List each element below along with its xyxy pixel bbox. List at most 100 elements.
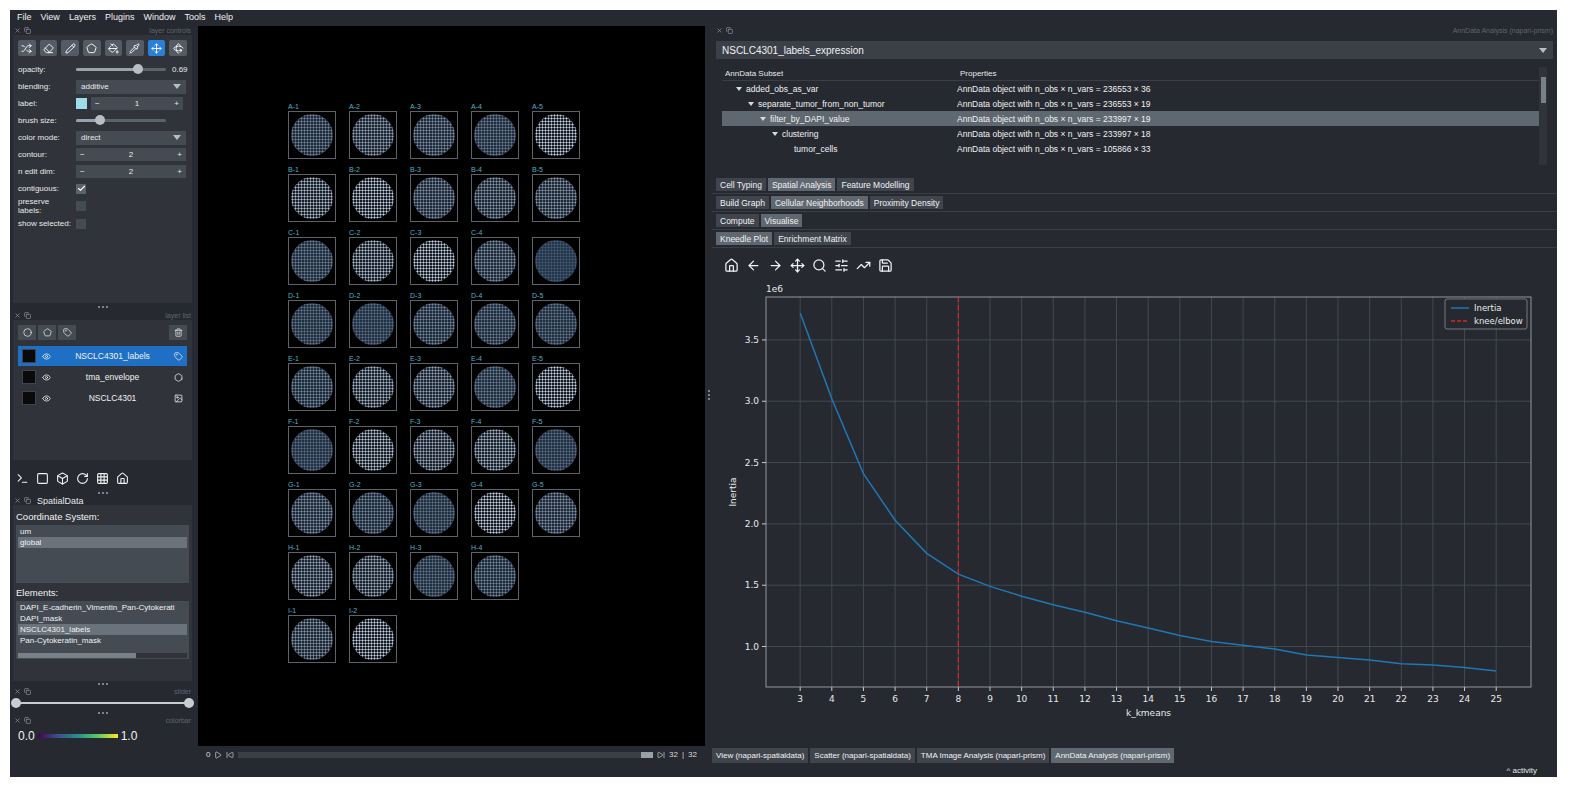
tma-core[interactable]: D-1: [288, 291, 336, 348]
tree-row[interactable]: separate_tumor_from_non_tumorAnnData obj…: [722, 96, 1539, 111]
element-item[interactable]: NSCLC4301_labels: [18, 624, 187, 635]
menu-item[interactable]: File: [17, 12, 32, 22]
close-icon[interactable]: [14, 717, 21, 724]
tma-core[interactable]: [532, 228, 580, 285]
spin-decrement[interactable]: −: [95, 99, 100, 108]
tma-core[interactable]: A-4: [471, 102, 519, 159]
new-points-button[interactable]: [18, 325, 36, 340]
slider-track[interactable]: [76, 119, 166, 122]
splitter-handle[interactable]: [10, 303, 195, 311]
dock-tab[interactable]: View (napari-spatialdata): [712, 748, 808, 763]
last-frame-icon[interactable]: [657, 751, 665, 759]
tma-core[interactable]: F-2: [349, 417, 397, 474]
column-header[interactable]: AnnData Subset: [722, 69, 957, 78]
dock-tab[interactable]: Scatter (napari-spatialdata): [810, 748, 915, 763]
tma-core[interactable]: H-4: [471, 543, 519, 600]
element-item[interactable]: DAPI_mask: [18, 613, 187, 624]
spin-increment[interactable]: +: [177, 150, 182, 159]
close-icon[interactable]: [716, 27, 723, 34]
edit-axis-icon[interactable]: [856, 258, 871, 273]
tree-row[interactable]: added_obs_as_varAnnData object with n_ob…: [722, 81, 1539, 96]
tma-core[interactable]: A-3: [410, 102, 458, 159]
spin-box[interactable]: −2+: [76, 165, 186, 178]
coordinate-system-item[interactable]: um: [18, 526, 187, 537]
close-icon[interactable]: [14, 688, 21, 695]
home-icon[interactable]: [116, 472, 129, 485]
menu-item[interactable]: Plugins: [105, 12, 135, 22]
spin-decrement[interactable]: −: [80, 150, 85, 159]
element-item[interactable]: DAPI_E-cadherin_Vimentin_Pan-Cytokerati: [18, 602, 187, 613]
dataset-dropdown[interactable]: NSCLC4301_labels_expression: [716, 41, 1553, 59]
roll-icon[interactable]: [76, 472, 89, 485]
range-low-handle[interactable]: [11, 698, 21, 708]
tma-core[interactable]: A-5: [532, 102, 580, 159]
select-box[interactable]: additive: [76, 80, 186, 94]
tree-row[interactable]: tumor_cellsAnnData object with n_obs × n…: [722, 141, 1539, 156]
tree-row[interactable]: filter_by_DAPI_valueAnnData object with …: [722, 111, 1539, 126]
checkbox[interactable]: [76, 184, 86, 194]
ndisplay-icon[interactable]: [36, 472, 49, 485]
configure-icon[interactable]: [834, 258, 849, 273]
spin-increment[interactable]: +: [174, 99, 179, 108]
tma-core[interactable]: E-4: [471, 354, 519, 411]
tma-core[interactable]: F-1: [288, 417, 336, 474]
dock-tab[interactable]: AnnData Analysis (napari-prism): [1051, 748, 1174, 763]
splitter-handle[interactable]: [10, 710, 195, 716]
tma-core[interactable]: D-4: [471, 291, 519, 348]
delete-layer-button[interactable]: [169, 325, 187, 340]
select-box[interactable]: direct: [76, 131, 186, 145]
tma-core[interactable]: H-2: [349, 543, 397, 600]
tma-core[interactable]: F-4: [471, 417, 519, 474]
pan-icon[interactable]: [790, 258, 805, 273]
spin-increment[interactable]: +: [177, 167, 182, 176]
scroll-thumb[interactable]: [18, 653, 136, 658]
tab[interactable]: Build Graph: [716, 196, 769, 209]
tab[interactable]: Proximity Density: [870, 196, 944, 209]
splitter-handle[interactable]: [10, 681, 195, 687]
tma-core[interactable]: B-4: [471, 165, 519, 222]
tma-core[interactable]: F-3: [410, 417, 458, 474]
tool-button[interactable]: [126, 40, 144, 56]
save-icon[interactable]: [878, 258, 893, 273]
tma-core[interactable]: H-3: [410, 543, 458, 600]
dock-tab[interactable]: TMA Image Analysis (napari-prism): [917, 748, 1049, 763]
new-labels-button[interactable]: [58, 325, 76, 340]
tma-core[interactable]: G-5: [532, 480, 580, 537]
first-frame-icon[interactable]: [226, 751, 234, 759]
range-high-handle[interactable]: [184, 698, 194, 708]
tool-button[interactable]: [169, 40, 187, 56]
float-icon[interactable]: [24, 27, 31, 34]
tree-row[interactable]: clusteringAnnData object with n_obs × n_…: [722, 126, 1539, 141]
expanded-arrow-icon[interactable]: [760, 117, 766, 121]
back-icon[interactable]: [746, 258, 761, 273]
tma-core[interactable]: B-1: [288, 165, 336, 222]
tab[interactable]: Spatial Analysis: [768, 178, 836, 191]
tma-core[interactable]: I-1: [288, 606, 336, 663]
tool-button[interactable]: [18, 40, 36, 56]
dims-track[interactable]: [238, 752, 653, 758]
expanded-arrow-icon[interactable]: [772, 132, 778, 136]
close-icon[interactable]: [14, 27, 21, 34]
vertical-scrollbar[interactable]: [1539, 67, 1547, 165]
tab[interactable]: Feature Modelling: [837, 178, 913, 191]
coordinate-system-item[interactable]: global: [18, 537, 187, 548]
tma-core[interactable]: C-4: [471, 228, 519, 285]
dock-splitter[interactable]: [705, 26, 712, 763]
slider-handle[interactable]: [95, 115, 105, 125]
tab[interactable]: Enrichment Matrix: [774, 232, 851, 245]
console-icon[interactable]: [16, 472, 29, 485]
tool-button[interactable]: [61, 40, 79, 56]
slider-track[interactable]: [76, 68, 166, 71]
forward-icon[interactable]: [768, 258, 783, 273]
menu-item[interactable]: Tools: [184, 12, 205, 22]
tool-button[interactable]: [40, 40, 58, 56]
tma-core[interactable]: C-2: [349, 228, 397, 285]
activity-button[interactable]: ^ activity: [1507, 766, 1537, 775]
spin-box[interactable]: −2+: [76, 148, 186, 161]
expanded-arrow-icon[interactable]: [748, 102, 754, 106]
tma-core[interactable]: G-3: [410, 480, 458, 537]
tab[interactable]: Cell Typing: [716, 178, 766, 191]
tma-core[interactable]: D-5: [532, 291, 580, 348]
tma-core[interactable]: G-1: [288, 480, 336, 537]
eye-icon[interactable]: [42, 352, 51, 361]
